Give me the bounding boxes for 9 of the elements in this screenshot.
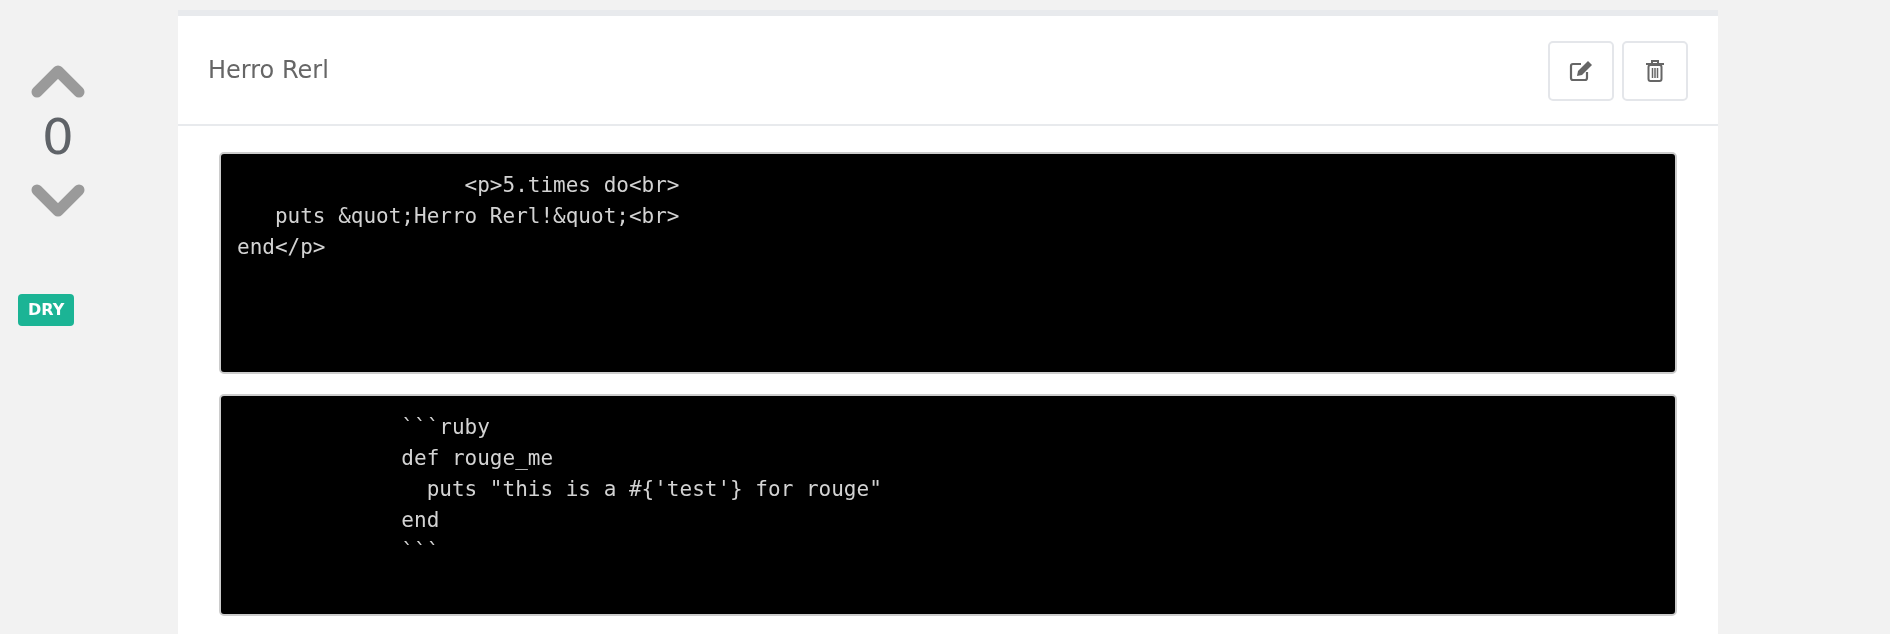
code-block: <p>5.times do<br> puts &quot;Herro Rerl!&quot;<br> end</p> bbox=[219, 152, 1677, 374]
delete-button[interactable] bbox=[1622, 41, 1688, 101]
edit-icon bbox=[1569, 60, 1593, 82]
code-block: ```ruby def rouge_me puts "this is a #{'test'} for rouge" end ``` bbox=[219, 394, 1677, 616]
vote-count: 0 bbox=[42, 112, 74, 162]
post-title: Herro Rerl bbox=[208, 55, 329, 85]
edit-button[interactable] bbox=[1548, 41, 1614, 101]
trash-icon bbox=[1645, 59, 1665, 83]
tag-label: DRY bbox=[18, 294, 75, 326]
